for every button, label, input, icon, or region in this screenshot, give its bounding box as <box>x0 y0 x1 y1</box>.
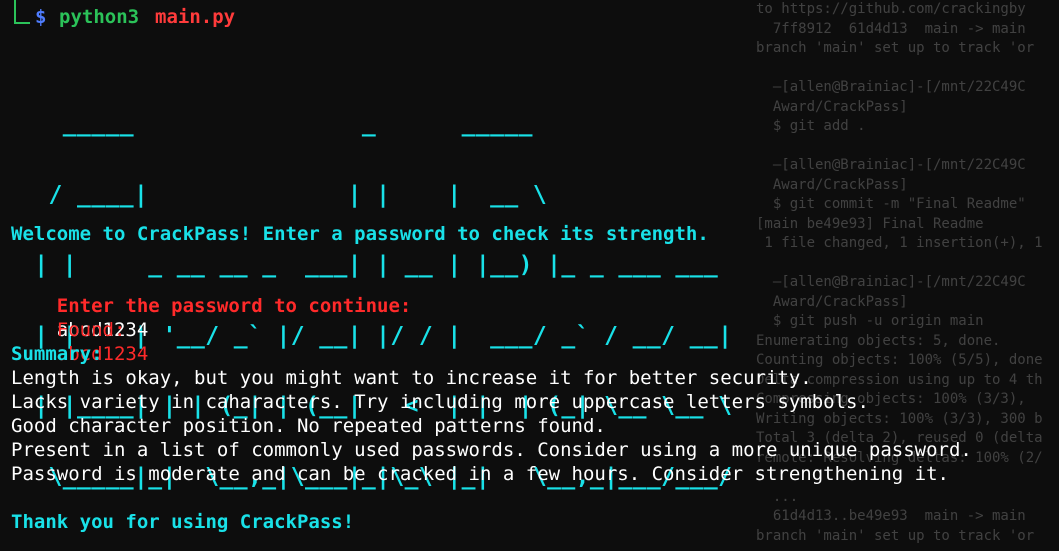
command-prompt: $ python3 main.py <box>0 0 235 28</box>
prompt-symbol: $ <box>35 6 47 28</box>
banner-line: _____ _ _____ <box>20 111 733 137</box>
welcome-message: Welcome to CrackPass! Enter a password t… <box>11 223 709 245</box>
previous-prompt-strip <box>0 0 760 2</box>
farewell-message: Thank you for using CrackPass! <box>11 511 355 533</box>
summary-line: Present in a list of commonly used passw… <box>11 439 972 461</box>
summary-line: Lacks variety in caharacters. Try includ… <box>11 391 869 413</box>
summary-heading: Summary: <box>11 343 103 365</box>
terminal-window[interactable]: to https://github.com/crackingby 7ff8912… <box>0 0 1059 551</box>
banner-line: / ____| | | | __ \ <box>20 181 733 208</box>
prompt-argument: main.py <box>155 6 236 28</box>
prompt-corner-glyph <box>14 0 30 24</box>
summary-line: Good character position. No repeated pat… <box>11 415 606 437</box>
summary-line: Length is okay, but you might want to in… <box>11 367 812 389</box>
summary-line: Password is moderate and can be cracked … <box>11 463 949 485</box>
found-label: Found: <box>56 319 126 341</box>
prompt-command: python3 <box>59 6 140 28</box>
